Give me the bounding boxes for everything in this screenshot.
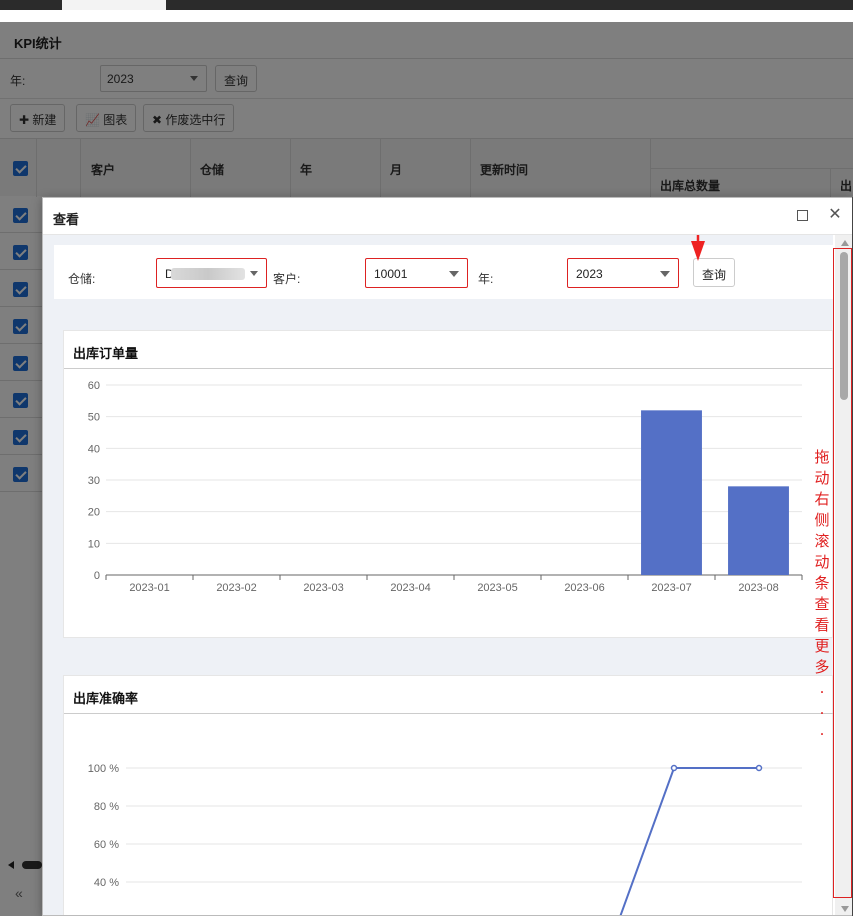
dialog-header: 查看 ✕: [43, 198, 852, 235]
x-tick-label: 2023-07: [651, 582, 691, 594]
chevron-down-icon: [449, 271, 459, 277]
annotation-char: .: [819, 721, 825, 739]
annotation-char: 滚: [814, 532, 830, 550]
y-tick-label: 40 %: [94, 877, 119, 889]
y-tick-label: 0: [94, 570, 100, 582]
bar: [641, 410, 702, 575]
query-button-label: 查询: [701, 268, 726, 282]
data-point: [670, 764, 678, 772]
bar-chart: 0 10 20 30 40 50 60 2023-01 2023-02 2023-03 2023-0…: [88, 380, 803, 594]
annotation-char: 右: [814, 490, 830, 508]
chevron-down-icon: [660, 271, 670, 277]
x-tick-label: 2023-04: [390, 582, 430, 594]
annotation-char: .: [819, 679, 825, 697]
y-tick-label: 60 %: [94, 839, 119, 851]
warehouse-select[interactable]: D: [156, 258, 267, 288]
year-value: 2023: [576, 267, 603, 281]
year-label: 年:: [478, 272, 494, 286]
redacted-blur: [171, 268, 245, 280]
x-tick-label: 2023-06: [564, 582, 604, 594]
annotation-char: 拖: [814, 448, 830, 466]
y-tick-label: 100 %: [88, 763, 119, 775]
y-tick-label: 40: [88, 443, 100, 455]
annotation-char: 侧: [814, 511, 830, 529]
scroll-up-arrow-icon[interactable]: [841, 240, 849, 246]
x-tick-label: 2023-03: [303, 582, 343, 594]
active-tab[interactable]: [62, 0, 166, 10]
dialog-body: 仓储: D 客户: 10001 年: 2023 查询 出库订单量 0 10 20…: [43, 235, 833, 915]
line-chart: 40 % 60 % 80 % 100 %: [88, 763, 802, 915]
customer-label: 客户:: [273, 272, 301, 286]
maximize-icon[interactable]: [797, 210, 808, 221]
scroll-hint-annotation: 拖动右侧滚动条查看更多...: [813, 447, 831, 741]
y-tick-label: 50: [88, 412, 100, 424]
filter-bar: 仓储: D 客户: 10001 年: 2023 查询: [54, 245, 833, 299]
annotation-char: 更: [814, 637, 830, 655]
x-tick-label: 2023-02: [216, 582, 256, 594]
warehouse-label: 仓储:: [68, 272, 96, 286]
annotation-char: 看: [814, 616, 830, 634]
annotation-char: 动: [814, 469, 830, 487]
dialog-title: 查看: [53, 212, 80, 227]
annotation-char: 查: [814, 595, 830, 613]
customer-value: 10001: [374, 267, 408, 281]
y-tick-label: 30: [88, 475, 100, 487]
data-point: [755, 764, 763, 772]
y-tick-label: 10: [88, 538, 100, 550]
customer-select[interactable]: 10001: [365, 258, 468, 288]
annotation-char: 条: [814, 574, 830, 592]
chart-title: 出库准确率: [73, 691, 139, 706]
y-tick-label: 20: [88, 507, 100, 519]
year-select[interactable]: 2023: [567, 258, 679, 288]
scroll-down-arrow-icon[interactable]: [841, 906, 849, 912]
annotation-char: 动: [814, 553, 830, 571]
y-tick-label: 60: [88, 380, 100, 392]
chevron-down-icon: [250, 271, 258, 276]
view-dialog: 查看 ✕ 仓储: D 客户: 10001 年: 2023 查询 出库订单量 0 …: [42, 197, 853, 916]
outbound-orders-panel: 出库订单量 0 10 20 30 40 50 60 2023-01 2023-02 2023-03…: [63, 330, 833, 638]
x-tick-label: 2023-08: [738, 582, 778, 594]
y-tick-label: 80 %: [94, 801, 119, 813]
x-tick-label: 2023-01: [129, 582, 169, 594]
x-tick-label: 2023-05: [477, 582, 517, 594]
annotation-char: .: [819, 700, 825, 718]
red-arrow-annotation: [691, 235, 705, 261]
bar: [728, 486, 789, 575]
close-icon[interactable]: ✕: [828, 206, 842, 224]
series-line: [619, 767, 759, 915]
outbound-accuracy-panel: 出库准确率 40 % 60 % 80 % 100 %: [63, 675, 833, 915]
scrollbar-highlight-box: [833, 248, 852, 898]
chart-title: 出库订单量: [73, 346, 139, 361]
annotation-char: 多: [814, 658, 830, 676]
